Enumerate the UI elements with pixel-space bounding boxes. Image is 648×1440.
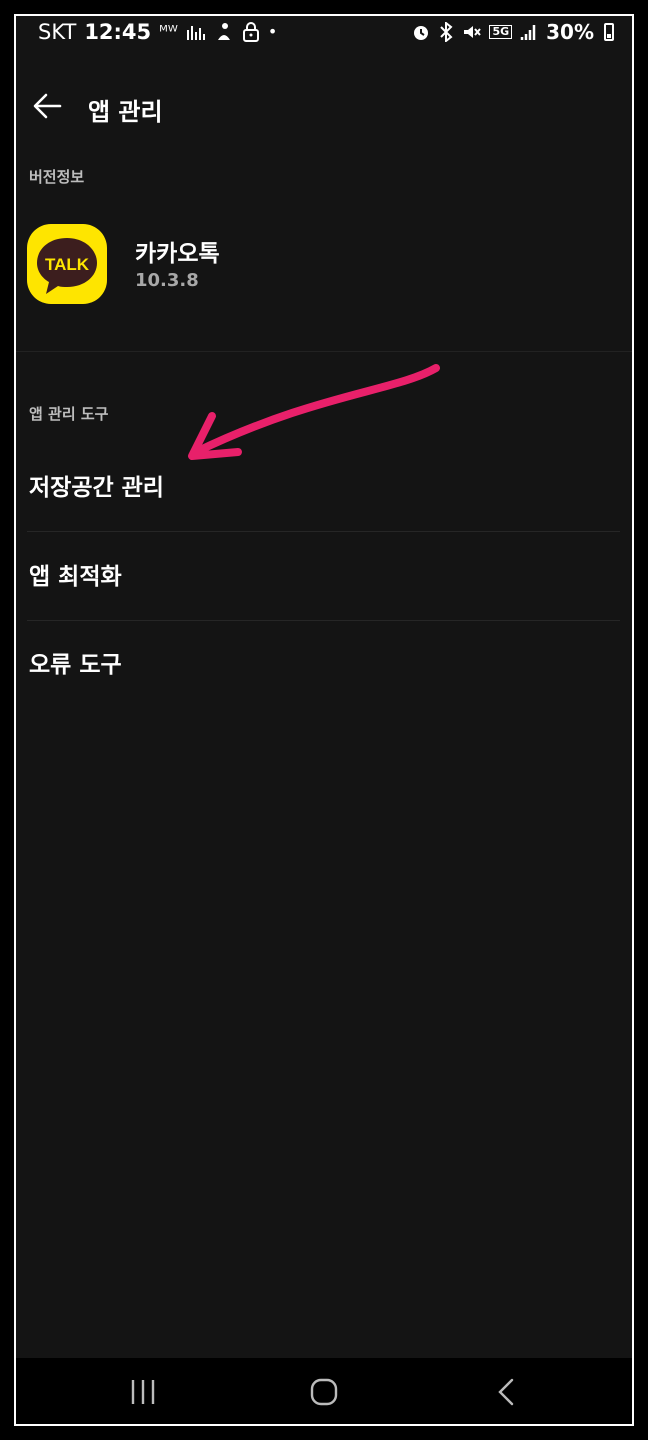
storage-management-label: 저장공간 관리 [29, 475, 164, 501]
navigation-bar [16, 1358, 632, 1424]
error-tools-item[interactable]: 오류 도구 [27, 621, 620, 709]
storage-management-item[interactable]: 저장공간 관리 [27, 444, 620, 532]
app-icon-text: TALK [45, 255, 90, 274]
alarm-icon [414, 26, 429, 40]
section-divider [16, 351, 632, 352]
app-info-row: TALK 카카오톡 10.3.8 [27, 224, 632, 308]
network-5g-icon: 5G [489, 25, 513, 39]
carrier-label: SKT [38, 20, 77, 44]
notification-dot-icon: • [267, 22, 278, 41]
battery-icon [604, 23, 614, 41]
version-section-label: 버전정보 [29, 168, 85, 186]
clock: 12:45 [84, 20, 152, 44]
status-left: SKT 12:45 ᴹᵂ • [38, 20, 277, 44]
back-button[interactable] [28, 86, 68, 126]
status-bar: SKT 12:45 ᴹᵂ • 5G 30% [16, 16, 632, 48]
recent-apps-button[interactable] [121, 1370, 165, 1414]
nav-back-icon [498, 1378, 514, 1406]
error-tools-label: 오류 도구 [29, 652, 122, 678]
page-title: 앱 관리 [88, 98, 163, 126]
app-name: 카카오톡 [135, 241, 220, 267]
app-header: 앱 관리 [16, 78, 632, 142]
app-version: 10.3.8 [135, 270, 199, 291]
nav-back-button[interactable] [486, 1370, 530, 1414]
app-optimize-item[interactable]: 앱 최적화 [27, 533, 620, 621]
back-arrow-icon [33, 93, 62, 119]
screen-frame: SKT 12:45 ᴹᵂ • 5G 30% 앱 관리 버전정보 TALK 카카오… [14, 14, 634, 1426]
app-optimize-label: 앱 최적화 [29, 564, 122, 590]
home-button[interactable] [302, 1370, 346, 1414]
signal-icon [520, 25, 536, 40]
mute-icon [464, 26, 482, 38]
stock-icon [186, 26, 205, 40]
lock-icon [242, 22, 259, 42]
mw-icon: ᴹᵂ [159, 22, 178, 41]
recent-apps-icon [131, 1380, 155, 1404]
home-icon [310, 1378, 338, 1406]
battery-percent: 30% [546, 20, 594, 44]
kakaotalk-app-icon: TALK [27, 224, 107, 304]
status-right: 5G 30% [411, 20, 614, 44]
bluetooth-icon [440, 22, 453, 42]
person-icon [217, 23, 230, 40]
tools-section-label: 앱 관리 도구 [29, 405, 109, 423]
